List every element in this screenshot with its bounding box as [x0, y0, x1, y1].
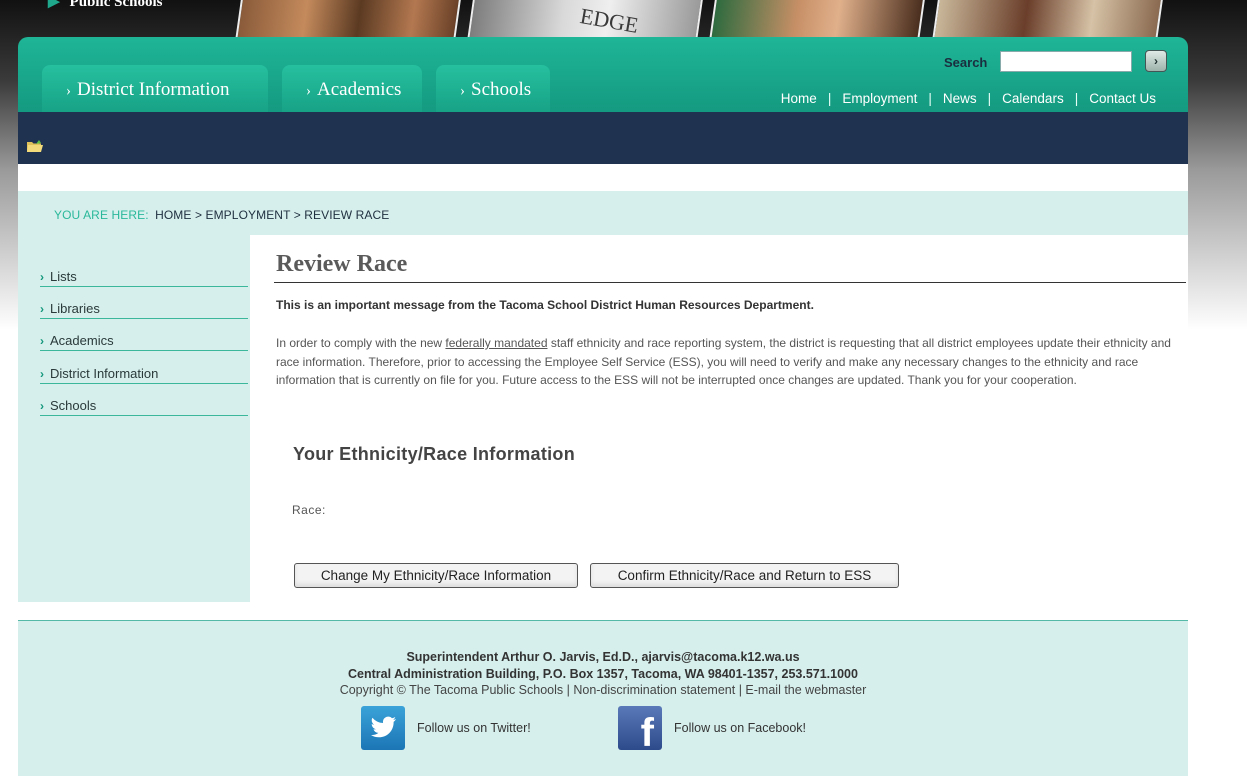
superintendent-text: Superintendent Arthur O. Jarvis, Ed.D.,	[406, 650, 642, 664]
link-separator: |	[928, 91, 932, 106]
footer-separator: |	[735, 683, 746, 697]
confirm-ethnicity-race-button[interactable]: Confirm Ethnicity/Race and Return to ESS	[590, 563, 899, 588]
email-webmaster-link[interactable]: E-mail the webmaster	[745, 683, 866, 697]
facebook-f-glyph: f	[640, 711, 654, 750]
change-ethnicity-race-button[interactable]: Change My Ethnicity/Race Information	[294, 563, 578, 588]
footer: Superintendent Arthur O. Jarvis, Ed.D., …	[18, 621, 1188, 776]
link-employment[interactable]: Employment	[842, 91, 917, 106]
tab-academics[interactable]: › Academics	[282, 65, 422, 112]
superintendent-email-link[interactable]: ajarvis@tacoma.k12.wa.us	[641, 650, 799, 664]
twitter-label: Follow us on Twitter!	[417, 721, 531, 735]
copyright-text: Copyright © The Tacoma Public Schools	[339, 683, 564, 697]
chevron-right-icon: ›	[40, 367, 44, 381]
main-content: Review Race This is an important message…	[250, 235, 1188, 620]
banner-photo-teacher	[709, 0, 925, 40]
folder-icon[interactable]	[27, 140, 43, 152]
race-label: Race:	[292, 503, 326, 517]
photo-banner: ▶ Public Schools EDGE	[0, 0, 1247, 40]
banner-photo-classroom	[932, 0, 1163, 40]
hr-message-body: In order to comply with the new federall…	[276, 334, 1176, 390]
sidebar-item-district-information[interactable]: › District Information	[40, 352, 248, 384]
link-news[interactable]: News	[943, 91, 977, 106]
logo-arrow-icon: ▶	[48, 0, 60, 10]
twitter-follow-link[interactable]: Follow us on Twitter!	[361, 706, 531, 750]
tab-label: Schools	[471, 79, 532, 100]
page-title: Review Race	[276, 251, 408, 277]
banner-photo-children	[235, 0, 461, 40]
link-contact-us[interactable]: Contact Us	[1089, 91, 1156, 106]
search-go-button[interactable]: ›	[1145, 50, 1167, 72]
sidebar-item-schools[interactable]: › Schools	[40, 384, 248, 416]
facebook-label: Follow us on Facebook!	[674, 721, 807, 735]
breadcrumb: YOU ARE HERE: HOME > EMPLOYMENT > REVIEW…	[54, 208, 389, 222]
sidebar: › Lists › Libraries › Academics › District I…	[18, 235, 250, 602]
chevron-right-icon: ›	[40, 302, 44, 316]
sidebar-item-label: Academics	[50, 333, 114, 348]
spacer-bar	[18, 164, 1188, 191]
chevron-right-icon: ›	[40, 399, 44, 413]
link-calendars[interactable]: Calendars	[1002, 91, 1064, 106]
utility-links: Home | Employment | News | Calendars | C…	[781, 91, 1156, 106]
tab-schools[interactable]: › Schools	[436, 65, 550, 112]
tab-district-information[interactable]: › District Information	[42, 65, 268, 112]
twitter-bird-icon	[361, 706, 405, 750]
chevron-right-icon: ›	[306, 83, 311, 99]
banner-photo-word: EDGE	[578, 3, 641, 38]
hr-message-heading: This is an important message from the Ta…	[276, 298, 814, 312]
search-label: Search	[944, 55, 988, 70]
link-separator: |	[987, 91, 992, 106]
tab-label: District Information	[77, 79, 230, 100]
intro-text-start: In order to comply with the new	[276, 336, 446, 350]
main-navbar: › District Information › Academics › School…	[18, 37, 1188, 112]
sidebar-item-label: District Information	[50, 366, 159, 381]
facebook-f-icon: f	[618, 706, 662, 750]
logo-text: Public Schools	[69, 0, 163, 10]
footer-copyright: Copyright © The Tacoma Public Schools | …	[18, 683, 1188, 697]
chevron-right-icon: ›	[66, 83, 71, 99]
sidebar-item-academics[interactable]: › Academics	[40, 319, 248, 351]
chevron-right-icon: ›	[460, 83, 465, 99]
nondiscrimination-link[interactable]: Non-discrimination statement	[573, 683, 735, 697]
banner-photo-sign: EDGE	[467, 0, 703, 40]
link-separator: |	[1074, 91, 1079, 106]
title-divider	[274, 282, 1186, 283]
link-home[interactable]: Home	[781, 91, 817, 106]
federally-mandated-link[interactable]: federally mandated	[445, 336, 547, 350]
district-logo[interactable]: ▶ Public Schools	[48, 0, 162, 11]
sidebar-item-label: Lists	[50, 269, 77, 284]
search-input[interactable]	[1000, 51, 1132, 72]
sub-nav-bar	[18, 112, 1188, 164]
tab-label: Academics	[317, 79, 402, 100]
sidebar-item-label: Schools	[50, 398, 97, 413]
sidebar-item-libraries[interactable]: › Libraries	[40, 287, 248, 319]
footer-separator: |	[563, 683, 574, 697]
breadcrumb-area: YOU ARE HERE: HOME > EMPLOYMENT > REVIEW…	[18, 191, 1188, 235]
arrow-right-icon: ›	[1154, 54, 1158, 68]
chevron-right-icon: ›	[40, 270, 44, 284]
facebook-follow-link[interactable]: f Follow us on Facebook!	[618, 706, 806, 750]
section-heading: Your Ethnicity/Race Information	[293, 444, 575, 464]
link-separator: |	[827, 91, 832, 106]
chevron-right-icon: ›	[40, 334, 44, 348]
sidebar-item-lists[interactable]: › Lists	[40, 255, 248, 287]
footer-superintendent: Superintendent Arthur O. Jarvis, Ed.D., …	[18, 650, 1188, 664]
breadcrumb-prefix: YOU ARE HERE:	[54, 208, 149, 222]
footer-address: Central Administration Building, P.O. Bo…	[348, 667, 858, 681]
sidebar-item-label: Libraries	[50, 301, 100, 316]
breadcrumb-path[interactable]: HOME > EMPLOYMENT > REVIEW RACE	[155, 208, 389, 222]
